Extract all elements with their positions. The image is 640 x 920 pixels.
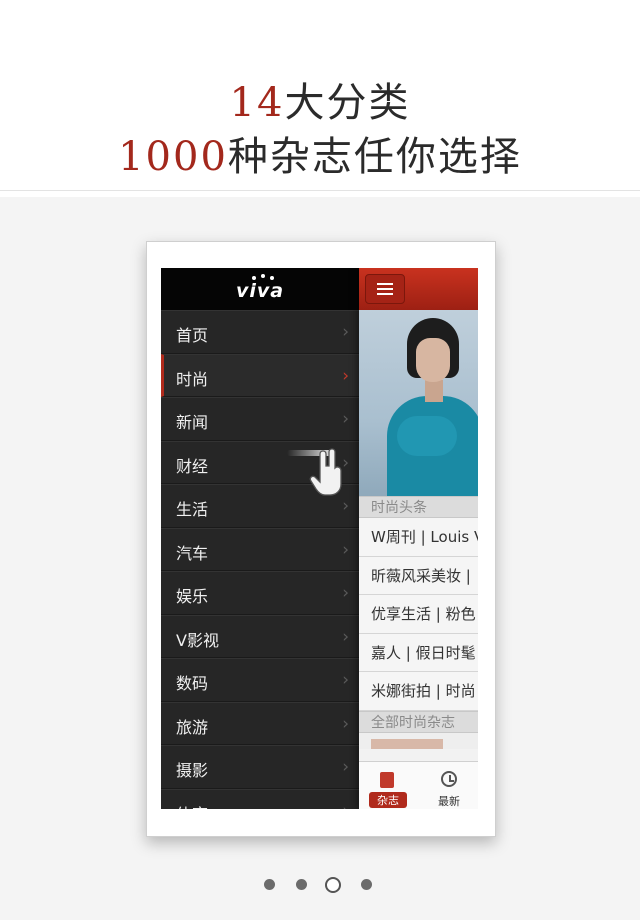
magazine-icon xyxy=(380,772,394,788)
side-menu: viva 首页›时尚›新闻›财经›生活›汽车›娱乐›V影视›数码›旅游›摄影›体… xyxy=(161,268,359,809)
menu-item[interactable]: 时尚 › xyxy=(161,353,359,397)
tab-latest[interactable]: 最新 xyxy=(420,762,478,809)
page-dot-1[interactable] xyxy=(264,879,275,890)
promo-header: 14大分类 1000种杂志任你选择 xyxy=(0,0,640,191)
menu-item-label: 首页 xyxy=(176,326,209,345)
headline-number-2: 1000 xyxy=(118,134,228,180)
chevron-right-icon: › xyxy=(342,801,349,810)
headline-line-1: 14大分类 xyxy=(0,70,640,128)
page-dot-3-current[interactable] xyxy=(325,877,341,893)
chevron-right-icon: › xyxy=(342,757,349,777)
chevron-right-icon: › xyxy=(342,583,349,603)
headline-text-2: 种杂志任你选择 xyxy=(227,134,522,180)
chevron-right-icon: › xyxy=(342,365,349,386)
menu-item-label: 体育 xyxy=(176,801,208,810)
tab-latest-label: 最新 xyxy=(438,795,460,808)
page-dot-4[interactable] xyxy=(361,879,372,890)
menu-item[interactable]: 汽车 › xyxy=(161,527,359,571)
menu-toggle-button[interactable] xyxy=(365,274,405,304)
chevron-right-icon: › xyxy=(342,496,349,516)
menu-item-label: 摄影 xyxy=(176,761,209,780)
page-dot-2[interactable] xyxy=(296,879,307,890)
app-screen: viva 首页›时尚›新闻›财经›生活›汽车›娱乐›V影视›数码›旅游›摄影›体… xyxy=(161,268,478,809)
news-list: W周刊 | Louis V 昕薇风采美妆 | 优享生活 | 粉色 嘉人 | 假日时髦米… xyxy=(359,518,478,711)
swipe-hand-icon xyxy=(287,448,342,496)
menu-list: 首页 › 时尚 › 新闻 › 财经 › 生活 › 汽车 › 娱乐 › V影视 › 数码 › 旅游 › 摄影 › 体育 › xyxy=(161,310,359,809)
menu-item-label: V影视 xyxy=(176,630,219,650)
menu-item[interactable]: V影视 › xyxy=(161,614,359,658)
tab-bar: 杂志 最新 xyxy=(359,761,478,809)
news-item[interactable]: 优享生活 | 粉色 xyxy=(359,595,478,634)
news-item[interactable]: 米娜街拍 | 时尚 xyxy=(359,672,478,711)
chevron-right-icon: › xyxy=(342,713,349,734)
menu-item-label: 汽车 xyxy=(176,543,209,563)
chevron-right-icon: › xyxy=(342,670,349,690)
menu-item-label: 旅游 xyxy=(176,717,209,737)
page-indicator xyxy=(0,877,640,893)
headline-number-1: 14 xyxy=(229,80,285,126)
logo-bar: viva xyxy=(161,268,359,310)
chevron-right-icon: › xyxy=(342,539,349,560)
menu-item[interactable]: 娱乐 › xyxy=(161,571,359,615)
hero-image[interactable] xyxy=(359,310,478,496)
menu-item[interactable]: 数码 › xyxy=(161,658,359,702)
menu-item[interactable]: 摄影 › xyxy=(161,745,359,789)
chevron-right-icon: › xyxy=(342,322,349,342)
menu-item[interactable]: 新闻 › xyxy=(161,397,359,441)
menu-item[interactable]: 首页 › xyxy=(161,310,359,354)
clock-icon xyxy=(441,771,457,787)
section-header-all-magazines: 全部时尚杂志 xyxy=(359,710,478,733)
chevron-right-icon: › xyxy=(342,452,349,473)
chevron-right-icon: › xyxy=(342,626,349,647)
tab-magazines[interactable]: 杂志 xyxy=(359,762,417,809)
news-item[interactable]: 昕薇风采美妆 | xyxy=(359,556,478,595)
menu-item-label: 财经 xyxy=(176,456,209,476)
news-item[interactable]: 嘉人 | 假日时髦 xyxy=(359,633,478,672)
section-header-headlines: 时尚头条 xyxy=(359,496,478,518)
menu-item-label: 新闻 xyxy=(176,413,209,432)
content-panel: 时尚头条 W周刊 | Louis V 昕薇风采美妆 | 优享生活 | 粉色 嘉人 | … xyxy=(359,268,478,809)
headline-text-1: 大分类 xyxy=(284,80,411,126)
tab-magazines-label: 杂志 xyxy=(369,792,407,808)
chevron-right-icon: › xyxy=(342,409,349,429)
magazine-thumbnails[interactable] xyxy=(359,732,478,749)
news-item[interactable]: W周刊 | Louis V xyxy=(359,518,478,557)
menu-item-label: 娱乐 xyxy=(176,587,209,606)
app-logo: viva xyxy=(235,280,285,302)
menu-item-label: 生活 xyxy=(176,500,209,519)
content-topbar xyxy=(359,268,478,310)
menu-item-label: 时尚 xyxy=(176,369,209,389)
menu-item[interactable]: 旅游 › xyxy=(161,701,359,745)
headline-line-2: 1000种杂志任你选择 xyxy=(0,124,640,182)
menu-item-label: 数码 xyxy=(176,674,209,693)
menu-item[interactable]: 体育 › xyxy=(161,788,359,810)
